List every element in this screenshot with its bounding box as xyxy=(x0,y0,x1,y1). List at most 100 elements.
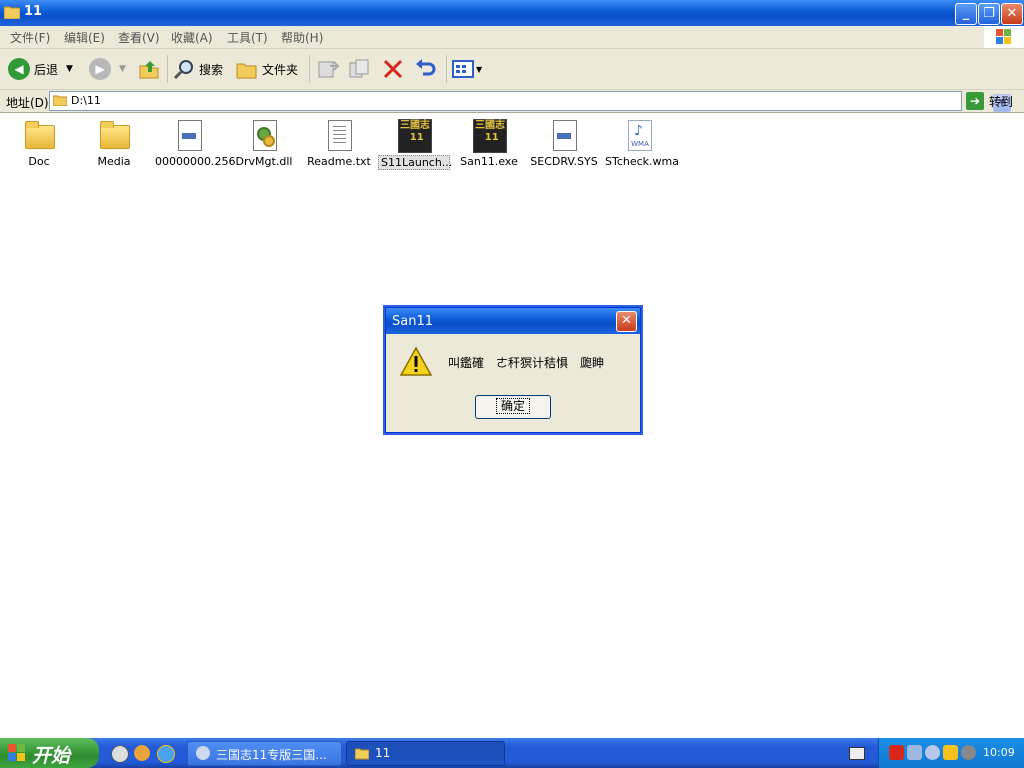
text-file-icon xyxy=(323,119,355,151)
menu-favorites[interactable]: 收藏(A) xyxy=(171,29,213,46)
start-button[interactable]: 开始 xyxy=(0,738,99,768)
quicklaunch-ie-icon[interactable] xyxy=(157,745,175,763)
menu-view[interactable]: 查看(V) xyxy=(118,29,160,46)
views-dropdown-icon[interactable]: ▼ xyxy=(476,65,482,74)
folders-icon xyxy=(236,63,257,79)
security-shield-icon[interactable] xyxy=(943,745,958,760)
quicklaunch-explorer-icon[interactable] xyxy=(111,745,129,763)
menu-edit[interactable]: 编辑(E) xyxy=(64,29,105,46)
taskbar: 开始 三国志11专版三国... 11 10:09 xyxy=(0,738,1024,768)
go-label: 转到 xyxy=(989,94,1014,109)
views-icon xyxy=(452,60,474,78)
back-dropdown-icon[interactable]: ▼ xyxy=(66,64,73,74)
views-button[interactable]: ▼ xyxy=(452,55,482,83)
message-dialog: San11 ✕ 叫鑑確 ㄜ秆猽计秸惧 瓟眒 确定 xyxy=(385,307,641,433)
file-name: Doc xyxy=(28,155,50,168)
generic-file-icon xyxy=(173,119,205,151)
tray-app-icon[interactable] xyxy=(889,745,904,760)
wma-icon: ♪ WMA xyxy=(623,119,655,151)
file-item[interactable]: Readme.txt xyxy=(303,117,375,168)
tray-utility-icon[interactable] xyxy=(961,745,976,760)
task-label: 三国志11专版三国... xyxy=(216,748,327,762)
move-to-icon xyxy=(318,61,340,78)
file-name: STcheck.wma xyxy=(605,155,679,168)
restore-button[interactable]: ❐ xyxy=(978,3,1000,25)
delete-button[interactable] xyxy=(382,55,404,83)
generic-file-icon xyxy=(548,119,580,151)
quicklaunch-messenger-icon[interactable] xyxy=(134,745,150,761)
up-folder-icon xyxy=(139,61,159,79)
windows-flag-icon xyxy=(996,29,1011,44)
copy-to-icon xyxy=(349,59,369,78)
dialog-message: 叫鑑確 ㄜ秆猽计秸惧 瓟眒 xyxy=(448,356,605,370)
window-titlebar[interactable]: 11 _ ❐ ✕ xyxy=(0,0,1024,26)
back-button[interactable]: ◀ 后退 ▼ xyxy=(8,55,73,83)
file-name: DrvMgt.dll xyxy=(235,155,293,168)
taskbar-task-folder[interactable]: 11 xyxy=(346,741,505,766)
close-button[interactable]: ✕ xyxy=(1001,3,1023,25)
dialog-title: San11 xyxy=(392,314,433,329)
system-tray: 10:09 xyxy=(878,738,1024,768)
window-title: 11 xyxy=(24,4,43,19)
folder-icon xyxy=(53,95,67,106)
file-item[interactable]: ♪ WMA STcheck.wma xyxy=(603,117,679,168)
file-item[interactable]: 三國志 11 S11Launch... xyxy=(378,117,452,170)
menu-file[interactable]: 文件(F) xyxy=(10,29,50,46)
copy-to-button[interactable] xyxy=(348,55,372,83)
address-label: 地址(D) xyxy=(6,96,49,110)
undo-icon xyxy=(416,59,436,76)
menu-tools[interactable]: 工具(T) xyxy=(227,29,268,46)
move-to-button[interactable] xyxy=(316,55,340,83)
file-name: SECDRV.SYS xyxy=(530,155,598,168)
up-folder-button[interactable] xyxy=(138,55,160,83)
undo-button[interactable] xyxy=(414,55,438,83)
toolbar: ◀ 后退 ▼ ▶ ▼ 搜索 文件夹 ▼ xyxy=(0,49,1024,90)
taskbar-task-browser[interactable]: 三国志11专版三国... xyxy=(187,741,342,766)
windows-logo xyxy=(984,26,1024,48)
clock: 10:09 xyxy=(983,746,1015,759)
tray-browser-icon[interactable] xyxy=(925,745,940,760)
back-label: 后退 xyxy=(34,62,59,77)
file-item[interactable]: Media xyxy=(78,117,150,168)
folders-label: 文件夹 xyxy=(262,62,299,77)
back-arrow-icon: ◀ xyxy=(8,58,30,80)
file-name: San11.exe xyxy=(460,155,518,168)
folder-icon xyxy=(355,748,369,760)
forward-dropdown-icon[interactable]: ▼ xyxy=(119,64,126,74)
file-item[interactable]: DrvMgt.dll xyxy=(228,117,300,168)
windows-flag-icon xyxy=(8,744,25,761)
dialog-close-button[interactable]: ✕ xyxy=(616,311,637,332)
file-name: S11Launch... xyxy=(378,155,452,170)
folder-icon xyxy=(23,119,55,151)
delete-icon xyxy=(383,59,403,79)
forward-arrow-icon: ▶ xyxy=(89,58,111,80)
forward-button[interactable]: ▶ ▼ xyxy=(89,55,126,83)
game-exe-icon: 三國志 11 xyxy=(398,119,432,153)
dll-icon xyxy=(248,119,280,151)
folder-icon xyxy=(4,6,20,19)
address-bar: 地址(D) D:\11 ▼ ➔ 转到 xyxy=(0,90,1024,113)
file-name: Media xyxy=(97,155,131,168)
search-label: 搜索 xyxy=(199,62,224,77)
menu-bar: 文件(F) 编辑(E) 查看(V) 收藏(A) 工具(T) 帮助(H) xyxy=(0,26,1024,49)
file-name: Readme.txt xyxy=(307,155,371,168)
menu-help[interactable]: 帮助(H) xyxy=(281,29,323,46)
folders-button[interactable]: 文件夹 xyxy=(236,55,298,83)
minimize-button[interactable]: _ xyxy=(955,3,977,25)
ok-button[interactable]: 确定 xyxy=(475,395,551,419)
task-label: 11 xyxy=(375,746,391,760)
file-item[interactable]: 三國志 11 San11.exe xyxy=(453,117,525,168)
search-button[interactable]: 搜索 xyxy=(173,55,223,83)
go-arrow-icon: ➔ xyxy=(966,92,984,110)
file-item[interactable]: Doc xyxy=(3,117,75,168)
search-icon xyxy=(173,60,193,80)
address-input[interactable]: D:\11 ▼ xyxy=(49,91,1011,112)
network-icon[interactable] xyxy=(907,745,922,760)
file-item[interactable]: SECDRV.SYS xyxy=(528,117,600,168)
go-button[interactable]: ➔ 转到 xyxy=(966,92,1013,110)
browser-icon xyxy=(196,746,210,760)
file-item[interactable]: 00000000.256 xyxy=(153,117,235,168)
dialog-titlebar[interactable]: San11 ✕ xyxy=(386,308,640,334)
start-label: 开始 xyxy=(32,745,71,767)
keyboard-icon[interactable] xyxy=(849,747,865,760)
